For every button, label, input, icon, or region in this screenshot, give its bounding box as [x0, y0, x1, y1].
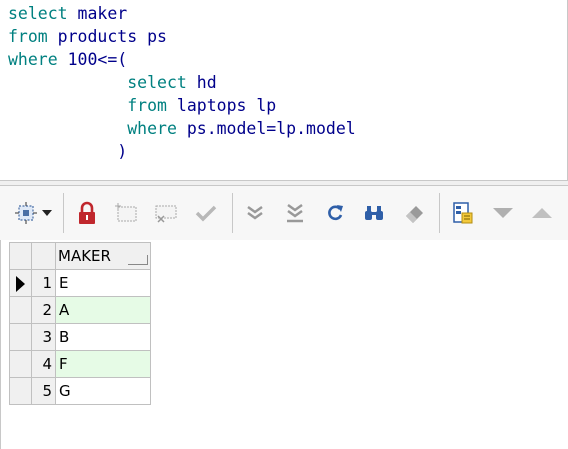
table-row[interactable]: 2A	[9, 296, 151, 324]
triangle-down-icon[interactable]	[489, 199, 517, 227]
sql-keyword: from	[8, 27, 48, 46]
new-record-icon[interactable]	[113, 199, 141, 227]
row-number: 2	[31, 296, 56, 324]
sql-text: 100<=(	[57, 50, 128, 69]
maker-cell[interactable]: G	[55, 377, 151, 405]
row-indicator[interactable]	[9, 323, 32, 351]
table-row[interactable]: 4F	[9, 350, 151, 378]
fetch-all-icon[interactable]	[281, 199, 309, 227]
refresh-icon[interactable]	[321, 199, 349, 227]
sql-line: select hd	[8, 71, 567, 94]
row-indicator[interactable]	[9, 296, 32, 324]
sql-line: select maker	[8, 2, 567, 25]
column-header-maker[interactable]: MAKER	[55, 242, 151, 270]
toolbar-separator	[439, 193, 441, 233]
row-indicator[interactable]	[9, 377, 32, 405]
sql-line: where 100<=(	[8, 48, 567, 71]
table-row[interactable]: 5G	[9, 377, 151, 405]
sql-line: )	[8, 140, 567, 163]
indicator-header[interactable]	[9, 242, 32, 270]
sql-text: hd	[186, 73, 217, 92]
current-row-arrow-icon	[16, 275, 25, 292]
toolbar-separator	[231, 193, 233, 233]
select-cells-icon[interactable]	[12, 199, 40, 227]
maker-cell[interactable]: F	[55, 350, 151, 378]
row-number: 4	[31, 350, 56, 378]
record-view-icon[interactable]	[449, 199, 477, 227]
fetch-next-page-icon[interactable]	[242, 199, 270, 227]
maker-cell[interactable]: B	[55, 323, 151, 351]
checkmark-icon[interactable]	[192, 199, 220, 227]
sql-line: from laptops lp	[8, 94, 567, 117]
sql-text: products ps	[47, 27, 167, 46]
table-row[interactable]: 1E	[9, 269, 151, 297]
row-number: 5	[31, 377, 56, 405]
toolbar-separator	[63, 193, 65, 233]
sql-line: where ps.model=lp.model	[8, 117, 567, 140]
sql-text: ps.model=lp.model	[176, 119, 356, 138]
sql-text: )	[8, 142, 128, 161]
table-row[interactable]: 3B	[9, 323, 151, 351]
sql-keyword: where	[127, 119, 177, 138]
sql-editor[interactable]: select maker from products ps where 100<=(…	[0, 0, 568, 180]
binoculars-icon[interactable]	[360, 199, 388, 227]
results-grid: MAKER 1E2A3B4F5G	[9, 242, 151, 405]
results-grid-area: MAKER 1E2A3B4F5G	[0, 240, 568, 449]
sql-keyword: select	[127, 73, 187, 92]
lock-icon[interactable]	[73, 199, 101, 227]
triangle-up-icon[interactable]	[529, 199, 557, 227]
maker-cell[interactable]: A	[55, 296, 151, 324]
sql-keyword: where	[8, 50, 58, 69]
maker-cell[interactable]: E	[55, 269, 151, 297]
row-indicator[interactable]	[9, 269, 32, 297]
chevron-down-icon[interactable]	[42, 199, 54, 227]
delete-record-icon[interactable]	[152, 199, 180, 227]
column-resize-handle[interactable]	[128, 255, 148, 265]
grid-toolbar	[0, 186, 568, 240]
row-number-header[interactable]	[31, 242, 56, 270]
sql-line: from products ps	[8, 25, 567, 48]
row-indicator[interactable]	[9, 350, 32, 378]
sql-text: laptops lp	[166, 96, 277, 115]
column-header-label: MAKER	[58, 247, 111, 265]
row-number: 1	[31, 269, 56, 297]
eraser-icon[interactable]	[400, 199, 428, 227]
sql-text: maker	[67, 4, 128, 23]
sql-keyword: select	[8, 4, 68, 23]
row-number: 3	[31, 323, 56, 351]
sql-keyword: from	[127, 96, 167, 115]
